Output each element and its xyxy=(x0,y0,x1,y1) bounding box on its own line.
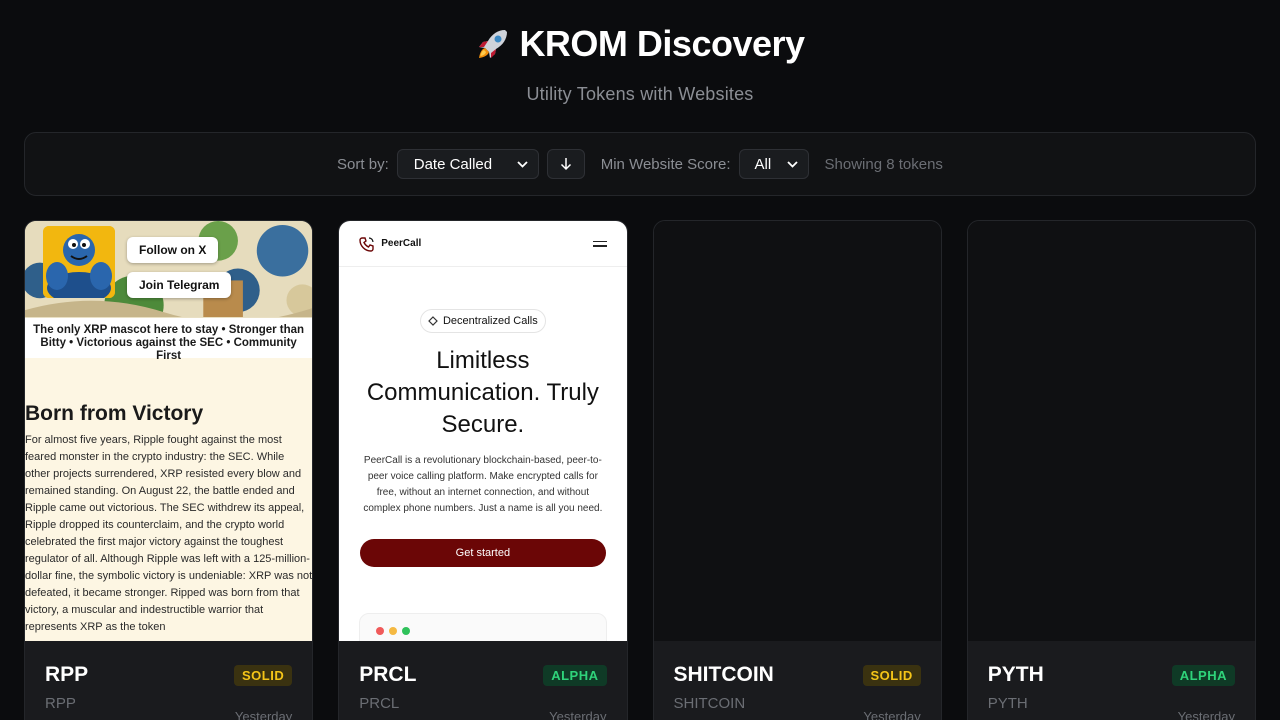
score-select[interactable]: All xyxy=(738,149,809,179)
prcl-heading: Limitless Communication. Truly Secure. xyxy=(366,347,599,438)
rpp-logo xyxy=(43,226,115,298)
arrow-down-icon xyxy=(560,158,571,171)
prcl-pill: Decentralized Calls xyxy=(419,309,546,333)
called-date: Yesterday xyxy=(549,709,607,720)
rpp-heading: Born from Victory xyxy=(25,402,204,425)
tier-badge: ALPHA xyxy=(543,665,607,686)
card-info: RPP RPP SOLID Yesterday xyxy=(25,641,313,720)
called-date: Yesterday xyxy=(234,709,293,720)
website-preview-empty[interactable] xyxy=(653,221,941,641)
phone-logo-icon xyxy=(359,236,374,252)
website-preview[interactable]: Follow on X Join Telegram The only XRP m… xyxy=(25,221,313,641)
prcl-app-window xyxy=(359,613,607,641)
page-title: KROM Discovery xyxy=(0,24,1280,64)
token-grid: Follow on X Join Telegram The only XRP m… xyxy=(24,220,1256,720)
website-preview[interactable]: PeerCall Decentralized Calls Limitless C… xyxy=(339,221,627,641)
card-info: SHITCOIN SHITCOIN SOLID Yesterday xyxy=(653,641,941,720)
prcl-pill-text: Decentralized Calls xyxy=(442,315,538,327)
filter-bar: Sort by: Date Called Min Website Score: … xyxy=(24,132,1256,196)
rpp-hero: Follow on X Join Telegram xyxy=(25,221,313,318)
prcl-paragraph: PeerCall is a revolutionary blockchain-b… xyxy=(363,455,603,514)
chevron-down-icon xyxy=(517,160,528,168)
sort-label: Sort by: xyxy=(337,155,389,173)
prcl-brand: PeerCall xyxy=(359,236,421,252)
called-date: Yesterday xyxy=(1177,709,1235,720)
window-dots-icon xyxy=(376,627,411,635)
muscular-mascot-image xyxy=(43,226,115,298)
rpp-paragraph: For almost five years, Ripple fought aga… xyxy=(25,434,313,633)
tier-badge: SOLID xyxy=(862,665,921,686)
rpp-tagline: The only XRP mascot here to stay • Stron… xyxy=(25,318,313,362)
page-title-text: KROM Discovery xyxy=(519,23,805,64)
prcl-brand-name: PeerCall xyxy=(381,238,422,249)
page-subtitle: Utility Tokens with Websites xyxy=(526,84,754,104)
card-info: PRCL PRCL ALPHA Yesterday xyxy=(339,641,627,720)
called-date: Yesterday xyxy=(863,709,921,720)
sort-direction-button[interactable] xyxy=(546,149,585,179)
token-card[interactable]: PYTH PYTH ALPHA Yesterday xyxy=(966,220,1256,720)
website-preview-empty[interactable] xyxy=(967,221,1255,641)
token-card[interactable]: PeerCall Decentralized Calls Limitless C… xyxy=(338,220,628,720)
score-select-value: All xyxy=(754,155,772,173)
prcl-navbar: PeerCall xyxy=(339,221,627,267)
sort-select-value: Date Called xyxy=(413,155,493,173)
follow-on-x-button[interactable]: Follow on X xyxy=(127,237,219,263)
tier-badge: SOLID xyxy=(234,665,293,686)
sort-select[interactable]: Date Called xyxy=(396,149,539,179)
token-card[interactable]: Follow on X Join Telegram The only XRP m… xyxy=(24,220,314,720)
card-info: PYTH PYTH ALPHA Yesterday xyxy=(967,641,1255,720)
chevron-down-icon xyxy=(786,160,798,168)
score-label: Min Website Score: xyxy=(600,155,731,173)
get-started-button[interactable]: Get started xyxy=(359,539,606,567)
token-card[interactable]: SHITCOIN SHITCOIN SOLID Yesterday xyxy=(652,220,942,720)
tier-badge: ALPHA xyxy=(1171,665,1235,686)
page-header: KROM Discovery Utility Tokens with Websi… xyxy=(0,0,1280,105)
rocket-icon xyxy=(479,30,508,58)
join-telegram-button[interactable]: Join Telegram xyxy=(127,272,232,298)
hamburger-menu-icon[interactable] xyxy=(592,238,607,250)
rpp-content: Born from Victory For almost five years,… xyxy=(25,358,313,641)
diamond-icon xyxy=(428,316,438,326)
showing-count: Showing 8 tokens xyxy=(824,155,943,173)
